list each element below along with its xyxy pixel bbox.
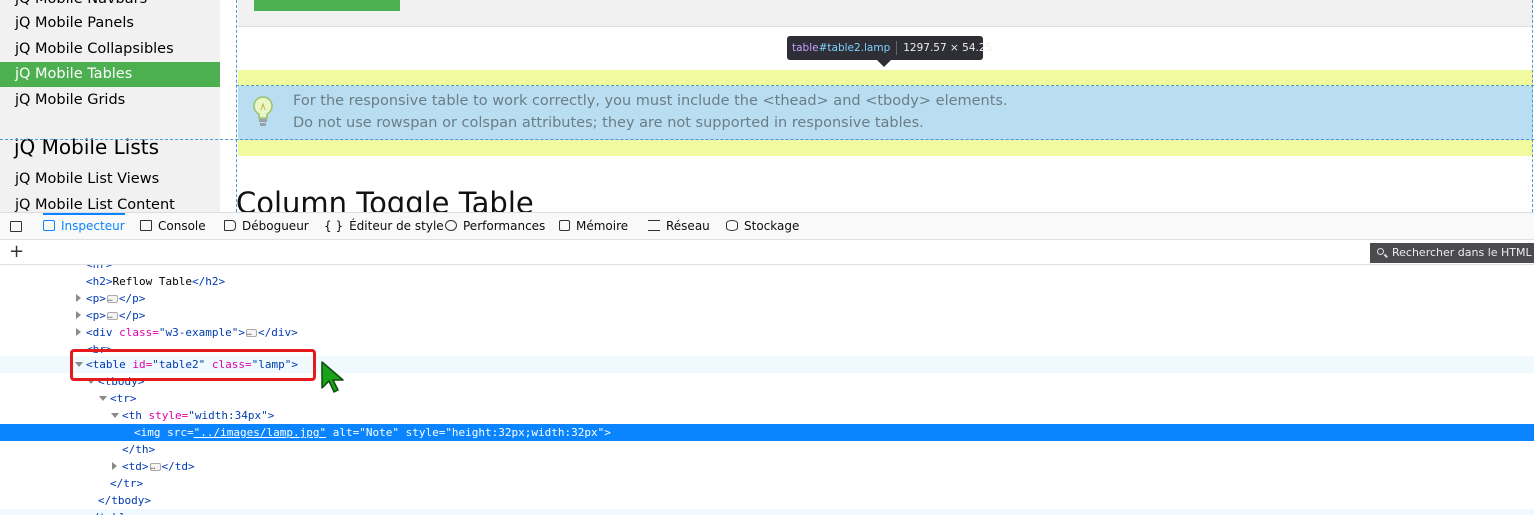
collapse-toggle[interactable] — [98, 390, 110, 407]
performance-icon — [445, 220, 457, 231]
section-heading: Column Toggle Table — [236, 186, 534, 212]
html-search-placeholder: Rechercher dans le HTML — [1392, 246, 1532, 259]
annotation-highlight-box — [70, 349, 316, 381]
tab-debugger[interactable]: Débogueur — [224, 213, 309, 240]
note-table: For the responsive table to work correct… — [238, 86, 1533, 140]
expand-toggle[interactable] — [110, 458, 122, 475]
console-icon — [140, 220, 152, 231]
markup-row[interactable]: <hr> — [0, 265, 1534, 273]
markup-view[interactable]: <hr> <h2>Reflow Table</h2> <p></p> <p></… — [0, 265, 1534, 515]
add-node-icon[interactable]: + — [9, 242, 24, 262]
devtools-toolbar: Inspecteur Console Débogueur { } Éditeur … — [0, 212, 1534, 240]
tab-style-editor[interactable]: { } Éditeur de style — [324, 213, 444, 240]
memory-icon — [559, 220, 570, 231]
expand-toggle[interactable] — [74, 307, 86, 324]
inspector-toolbar: + Rechercher dans le HTML — [0, 240, 1534, 265]
tab-storage[interactable]: Stockage — [726, 213, 799, 240]
sidebar-item-list-views[interactable]: jQ Mobile List Views — [0, 167, 220, 192]
markup-row[interactable]: <p></p> — [0, 307, 1534, 324]
guide-line — [236, 0, 237, 212]
tab-network[interactable]: Réseau — [648, 213, 710, 240]
markup-row[interactable]: </table> — [0, 509, 1534, 515]
expand-toggle[interactable] — [74, 290, 86, 307]
tab-performance[interactable]: Performances — [445, 213, 545, 240]
collapse-toggle[interactable] — [110, 407, 122, 424]
markup-row[interactable]: </tr> — [0, 475, 1534, 492]
expand-toggle[interactable] — [74, 324, 86, 341]
sidebar-item-collapsibles[interactable]: jQ Mobile Collapsibles — [0, 37, 220, 62]
tab-inspector[interactable]: Inspecteur — [43, 213, 125, 240]
infobar-selector: #table2.lamp — [818, 42, 891, 54]
guide-line — [0, 139, 1534, 140]
node-infobar: table#table2.lamp 1297.57 × 54.25 — [787, 36, 992, 60]
markup-row[interactable]: <h2>Reflow Table</h2> — [0, 273, 1534, 290]
infobar-dimensions: 1297.57 × 54.25 — [903, 42, 993, 54]
sidebar-item-grids[interactable]: jQ Mobile Grids — [0, 88, 220, 113]
markup-row-selected[interactable]: <img src="../images/lamp.jpg" alt="Note"… — [0, 424, 1534, 441]
sidebar: jQ Mobile Navbars jQ Mobile Panels jQ Mo… — [0, 0, 220, 212]
infobar-arrow — [877, 60, 891, 67]
markup-row[interactable]: <div class="w3-example"></div> — [0, 324, 1534, 341]
mouse-cursor-icon — [321, 361, 344, 393]
network-icon — [648, 220, 660, 231]
tab-console[interactable]: Console — [140, 213, 206, 240]
debugger-icon — [224, 220, 236, 231]
page-viewport: jQ Mobile Navbars jQ Mobile Panels jQ Mo… — [0, 0, 1534, 212]
tab-memory[interactable]: Mémoire — [559, 213, 628, 240]
storage-icon — [726, 220, 738, 231]
sidebar-section-title: jQ Mobile Lists — [14, 135, 159, 159]
example-box — [238, 0, 1533, 27]
infobar-tag: table — [792, 42, 819, 54]
search-icon — [1377, 248, 1384, 255]
guide-line — [1532, 0, 1533, 212]
markup-row[interactable]: <p></p> — [0, 290, 1534, 307]
markup-row[interactable]: </tbody> — [0, 492, 1534, 509]
try-it-button[interactable] — [254, 0, 400, 11]
markup-row[interactable]: <th style="width:34px"> — [0, 407, 1534, 424]
sidebar-item-list-content[interactable]: jQ Mobile List Content — [0, 193, 220, 212]
markup-row[interactable]: <tr> — [0, 390, 1534, 407]
html-search-input[interactable]: Rechercher dans le HTML — [1370, 243, 1534, 263]
note-line-1: For the responsive table to work correct… — [293, 93, 1008, 109]
style-editor-icon: { } — [324, 219, 344, 233]
inspector-icon — [43, 220, 55, 231]
markup-row[interactable]: </th> — [0, 441, 1534, 458]
sidebar-item-panels[interactable]: jQ Mobile Panels — [0, 11, 220, 36]
markup-row[interactable]: <td></td> — [0, 458, 1534, 475]
guide-line — [236, 85, 1534, 86]
sidebar-item-tables[interactable]: jQ Mobile Tables — [0, 62, 220, 87]
note-line-2: Do not use rowspan or colspan attributes… — [293, 115, 924, 131]
element-picker-icon[interactable] — [10, 221, 22, 232]
lightbulb-icon — [253, 96, 273, 126]
